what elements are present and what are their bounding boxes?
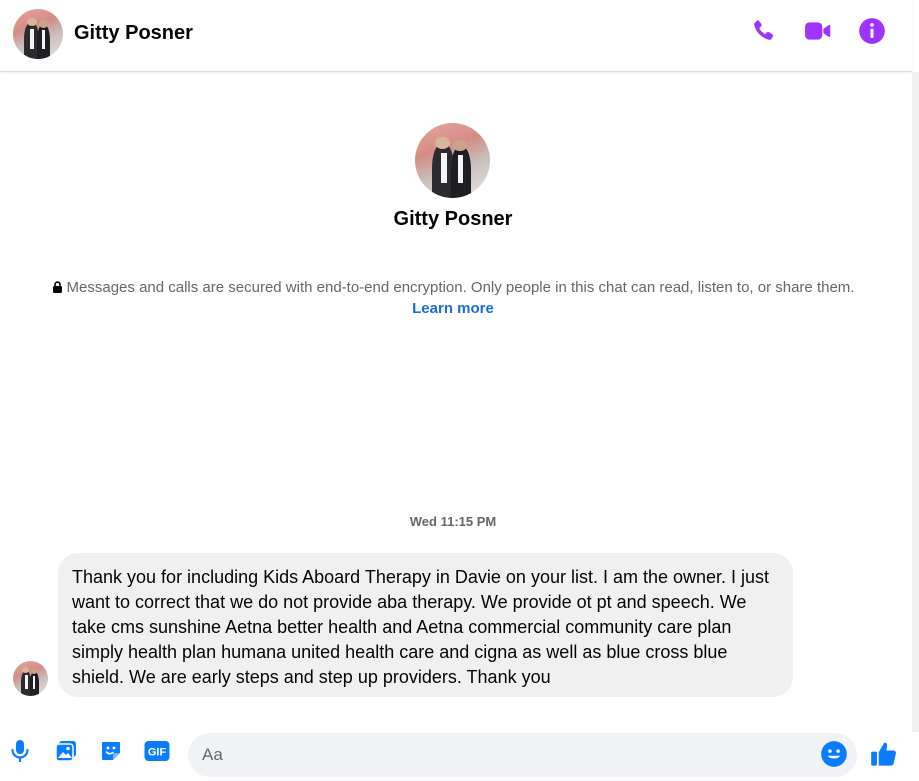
- video-call-button[interactable]: [803, 18, 833, 48]
- video-camera-icon: [804, 18, 832, 49]
- sender-avatar[interactable]: [13, 661, 48, 696]
- contact-name[interactable]: Gitty Posner: [74, 22, 193, 45]
- message-input-container[interactable]: [188, 733, 857, 777]
- voice-clip-button[interactable]: [7, 739, 33, 768]
- phone-icon: [750, 18, 776, 49]
- message-text: Thank you for including Kids Aboard Ther…: [72, 567, 770, 687]
- voice-call-button[interactable]: [748, 18, 778, 48]
- gif-button[interactable]: GIF: [143, 740, 171, 766]
- emoji-button[interactable]: [820, 740, 848, 768]
- encryption-notice: Messages and calls are secured with end-…: [40, 278, 866, 319]
- conversation-info-button[interactable]: [857, 17, 887, 50]
- svg-text:GIF: GIF: [148, 746, 167, 758]
- sticker-icon: [99, 739, 123, 768]
- encryption-notice-text: Messages and calls are secured with end-…: [66, 279, 855, 296]
- contact-avatar[interactable]: [13, 9, 63, 59]
- sticker-button[interactable]: [98, 740, 124, 766]
- learn-more-link[interactable]: Learn more: [412, 300, 494, 317]
- emoji-icon: [820, 741, 848, 772]
- profile-avatar[interactable]: [415, 123, 490, 198]
- message-list-scrollbar[interactable]: [912, 72, 919, 732]
- message-bubble[interactable]: Thank you for including Kids Aboard Ther…: [58, 553, 793, 697]
- profile-name: Gitty Posner: [393, 208, 513, 230]
- microphone-icon: [9, 739, 31, 768]
- send-like-button[interactable]: [870, 740, 898, 768]
- info-icon: [858, 17, 886, 50]
- lock-icon: [52, 279, 63, 299]
- message-timestamp: Wed 11:15 PM: [409, 514, 497, 529]
- gif-icon: GIF: [144, 740, 170, 767]
- image-icon: [54, 739, 78, 768]
- attach-image-button[interactable]: [53, 740, 79, 766]
- thumbs-up-icon: [870, 742, 898, 772]
- message-input[interactable]: [202, 733, 802, 777]
